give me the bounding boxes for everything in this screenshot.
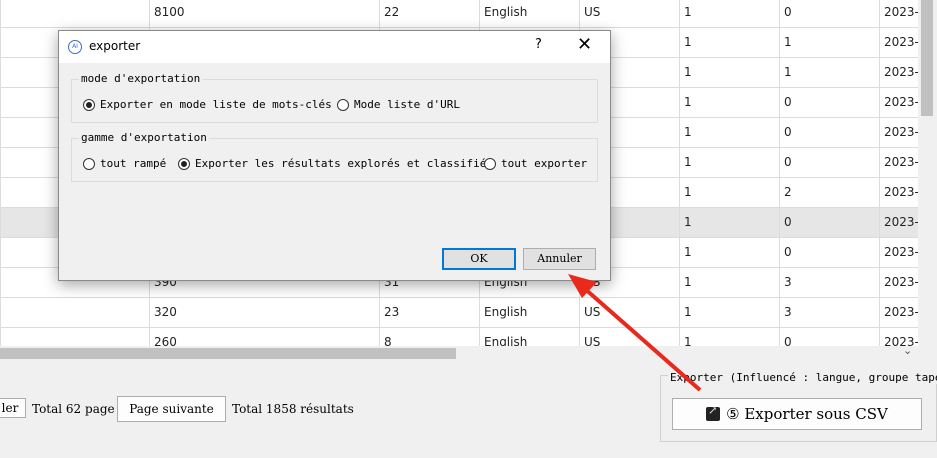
table-cell: 22 <box>379 0 479 28</box>
table-cell: 1 <box>679 328 779 346</box>
table-cell: 2023-0 <box>879 28 918 58</box>
table-cell: 1 <box>679 118 779 148</box>
table-cell: 1 <box>679 0 779 28</box>
table-cell: 1 <box>679 88 779 118</box>
table-cell: US <box>579 0 679 28</box>
scroll-down-arrow-icon[interactable]: ⌄ <box>903 344 912 357</box>
radio-label: tout exporter <box>501 157 588 170</box>
previous-page-button[interactable]: ler <box>0 398 26 418</box>
vertical-scrollbar[interactable] <box>918 0 937 346</box>
ok-button[interactable]: OK <box>442 248 516 270</box>
table-cell: 0 <box>779 148 879 178</box>
table-cell: 3 <box>779 268 879 298</box>
table-cell: 2023-0 <box>879 58 918 88</box>
table-cell: 0 <box>779 0 879 28</box>
table-cell: US <box>579 298 679 328</box>
table-row[interactable]: 2608EnglishUS102023-0 <box>0 328 918 346</box>
horizontal-scrollbar[interactable] <box>0 346 937 361</box>
table-cell: 1 <box>779 28 879 58</box>
radio-label: tout rampé <box>100 157 167 170</box>
table-row[interactable]: 32023EnglishUS132023-0 <box>0 298 918 328</box>
table-cell: 2023-0 <box>879 0 918 28</box>
radio-indicator[interactable] <box>337 98 349 111</box>
table-cell: 2023-0 <box>879 208 918 238</box>
radio-all-crawled[interactable]: tout rampé <box>83 157 166 170</box>
radio-keyword-list-mode[interactable]: Exporter en mode liste de mots-clés <box>83 98 332 111</box>
table-cell: 1 <box>679 208 779 238</box>
radio-url-list-mode[interactable]: Mode liste d'URL <box>337 98 460 111</box>
table-cell: 8 <box>379 328 479 346</box>
help-button[interactable]: ? <box>535 37 542 52</box>
table-cell: 1 <box>679 238 779 268</box>
table-cell: 1 <box>679 268 779 298</box>
app-logo-icon: AI <box>68 40 82 54</box>
table-cell: English <box>479 0 579 28</box>
table-cell: 1 <box>679 58 779 88</box>
table-cell: 8100 <box>149 0 379 28</box>
table-cell: 1 <box>679 28 779 58</box>
table-cell: 2 <box>779 178 879 208</box>
table-cell: 1 <box>679 298 779 328</box>
export-mode-title: mode d'exportation <box>79 72 203 85</box>
table-cell <box>0 328 149 346</box>
table-cell: 2023-0 <box>879 88 918 118</box>
table-cell: English <box>479 298 579 328</box>
table-cell: 0 <box>779 328 879 346</box>
share-export-icon <box>706 404 721 421</box>
table-cell: 0 <box>779 118 879 148</box>
table-cell: English <box>479 328 579 346</box>
total-results-label: Total 1858 résultats <box>232 402 354 416</box>
table-cell: 1 <box>779 58 879 88</box>
table-cell: 2023-0 <box>879 268 918 298</box>
radio-label: Exporter les résultats explorés et class… <box>195 157 494 170</box>
table-cell: 2023-0 <box>879 178 918 208</box>
export-range-title: gamme d'exportation <box>79 131 209 144</box>
table-cell: 260 <box>149 328 379 346</box>
table-cell: 320 <box>149 298 379 328</box>
vertical-scroll-thumb[interactable] <box>921 0 933 116</box>
table-cell: 2023-0 <box>879 298 918 328</box>
total-pages-label: Total 62 page <box>32 402 115 416</box>
table-row[interactable]: 810022EnglishUS102023-0 <box>0 0 918 28</box>
table-cell: 0 <box>779 88 879 118</box>
table-cell <box>0 0 149 28</box>
cancel-button[interactable]: Annuler <box>523 248 596 270</box>
radio-indicator[interactable] <box>83 157 95 170</box>
export-csv-label: ⑤ Exporter sous CSV <box>726 405 888 423</box>
table-cell: 1 <box>679 148 779 178</box>
dialog-title: exporter <box>89 39 141 53</box>
radio-indicator-checked[interactable] <box>178 157 190 170</box>
table-cell: 1 <box>679 178 779 208</box>
table-cell: 0 <box>779 238 879 268</box>
table-cell: 0 <box>779 208 879 238</box>
table-cell <box>0 298 149 328</box>
next-page-button[interactable]: Page suivante <box>117 396 226 422</box>
table-cell: 2023-0 <box>879 148 918 178</box>
export-group-title: Exporter (Influencé : langue, groupe tap… <box>668 371 937 384</box>
radio-label: Mode liste d'URL <box>354 98 460 111</box>
table-cell: 2023-0 <box>879 238 918 268</box>
table-cell: 3 <box>779 298 879 328</box>
radio-indicator[interactable] <box>484 157 496 170</box>
table-cell: 23 <box>379 298 479 328</box>
table-cell: US <box>579 328 679 346</box>
radio-export-all[interactable]: tout exporter <box>484 157 587 170</box>
dialog-titlebar: AI exporter ? ✕ <box>59 31 610 63</box>
radio-indicator-checked[interactable] <box>83 98 95 111</box>
table-cell: 2023-0 <box>879 118 918 148</box>
horizontal-scroll-thumb[interactable] <box>0 348 456 359</box>
radio-label: Exporter en mode liste de mots-clés <box>100 98 332 111</box>
radio-explored-classified[interactable]: Exporter les résultats explorés et class… <box>178 157 493 170</box>
export-dialog: AI exporter ? ✕ mode d'exportation Expor… <box>58 30 611 281</box>
export-csv-button[interactable]: ⑤ Exporter sous CSV <box>672 398 922 430</box>
close-icon[interactable]: ✕ <box>577 34 592 55</box>
